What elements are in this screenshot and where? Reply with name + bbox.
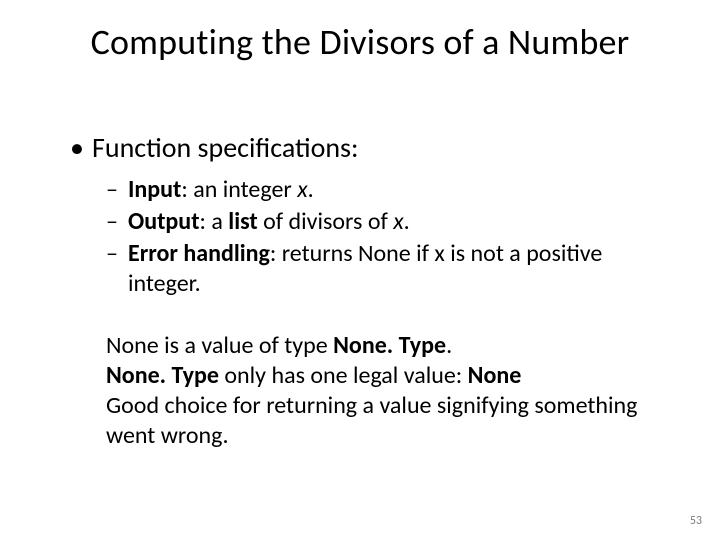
note-line-1: None is a value of type None. Type. bbox=[106, 331, 666, 361]
note-2a: None. Type bbox=[106, 361, 219, 390]
dash-marker: – bbox=[106, 207, 128, 237]
bullet-function-specs: • Function specifications: bbox=[70, 130, 670, 165]
slide-title: Computing the Divisors of a Number bbox=[0, 20, 720, 64]
spec-output-rest: of divisors of bbox=[258, 207, 394, 236]
spec-input-text: Input: an integer x. bbox=[128, 175, 670, 205]
spec-error-label: Error handling bbox=[128, 239, 270, 268]
bullet-marker: • bbox=[70, 130, 92, 165]
spec-error: – Error handling: returns None if x is n… bbox=[106, 239, 670, 299]
note-2c: None bbox=[468, 361, 522, 390]
note-1c: . bbox=[446, 331, 452, 360]
spec-input-label: Input bbox=[128, 175, 181, 204]
spec-output-t1: : a bbox=[200, 207, 229, 236]
note-1b: None. Type bbox=[333, 331, 446, 360]
body: • Function specifications: – Input: an i… bbox=[70, 130, 670, 451]
spec-output-var: x bbox=[393, 207, 403, 236]
spec-input-rest: : an integer bbox=[181, 175, 297, 204]
note-line-3: Good choice for returning a value signif… bbox=[106, 391, 666, 451]
dash-marker: – bbox=[106, 175, 128, 205]
note-2b: only has one legal value: bbox=[219, 361, 468, 390]
spec-error-text: Error handling: returns None if x is not… bbox=[128, 239, 670, 299]
bullet-text: Function specifications: bbox=[92, 130, 359, 165]
spec-output-after: . bbox=[404, 207, 410, 236]
note-line-2: None. Type only has one legal value: Non… bbox=[106, 361, 666, 391]
spec-list: – Input: an integer x. – Output: a list … bbox=[106, 175, 670, 299]
spec-output-text: Output: a list of divisors of x. bbox=[128, 207, 670, 237]
spec-output: – Output: a list of divisors of x. bbox=[106, 207, 670, 237]
spec-output-label: Output bbox=[128, 207, 200, 236]
notes: None is a value of type None. Type. None… bbox=[106, 331, 666, 451]
note-1a: None is a value of type bbox=[106, 331, 333, 360]
spec-output-emph: list bbox=[228, 207, 257, 236]
spec-input: – Input: an integer x. bbox=[106, 175, 670, 205]
spec-input-after: . bbox=[308, 175, 314, 204]
slide: Computing the Divisors of a Number • Fun… bbox=[0, 0, 720, 540]
spec-input-var: x bbox=[297, 175, 307, 204]
page-number: 53 bbox=[690, 514, 702, 528]
dash-marker: – bbox=[106, 239, 128, 299]
